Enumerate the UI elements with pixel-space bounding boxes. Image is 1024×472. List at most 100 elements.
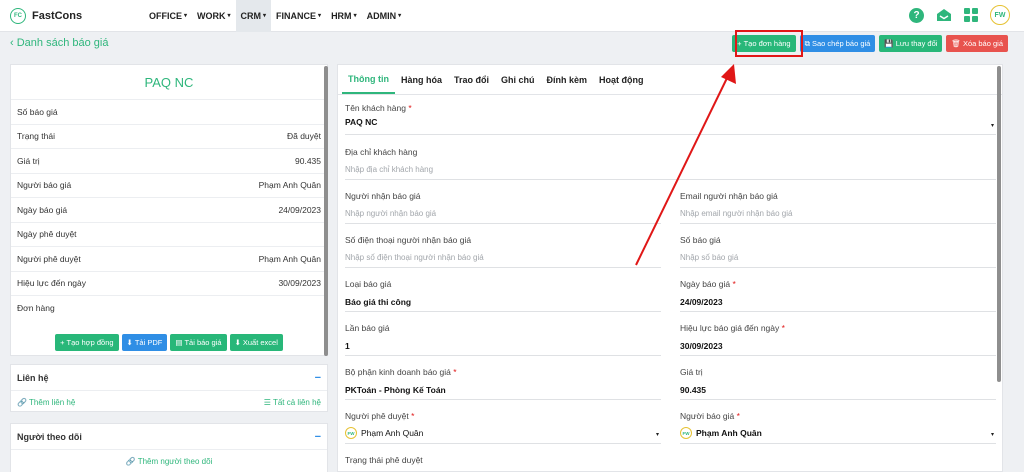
- recipient-label: Người nhận báo giá: [345, 191, 421, 201]
- menu-finance[interactable]: FINANCE ▾: [271, 0, 326, 32]
- summary-row: Đơn hàng: [11, 295, 327, 320]
- right-scrollbar[interactable]: [997, 66, 1001, 382]
- required-mark: *: [736, 411, 740, 421]
- caret-down-icon: ▾: [398, 13, 402, 19]
- main-menu: OFFICE ▾ WORK ▾ CRM ▾ FINANCE ▾ HRM ▾ ADMIN ▾: [144, 0, 406, 32]
- followers-card: Người theo dõi − 🔗 Thêm người theo dõi: [10, 423, 328, 472]
- quote-title: PAQ NC: [144, 74, 194, 90]
- recipient-email-label: Email người nhận báo giá: [680, 191, 778, 201]
- brand[interactable]: FC FastCons: [10, 7, 144, 24]
- user-avatar[interactable]: FW: [990, 5, 1010, 25]
- copy-quote-icon: ⧉: [804, 38, 810, 48]
- quote-date-value: 24/09/2023: [680, 297, 723, 307]
- field-underline: [680, 443, 996, 444]
- button-label: Xóa báo giá: [962, 39, 1003, 48]
- menu-label: FINANCE: [276, 10, 317, 21]
- add-contact-link[interactable]: 🔗 Thêm liên hệ: [17, 398, 75, 407]
- menu-work[interactable]: WORK ▾: [192, 0, 236, 32]
- download-quote-icon: ▤: [175, 337, 183, 347]
- all-contacts-link[interactable]: ☰ Tất cả liên hệ: [264, 398, 321, 407]
- download-quote-button[interactable]: ▤ Tải báo giá: [170, 333, 227, 351]
- caret-down-icon: ▾: [318, 13, 322, 19]
- quoter-field[interactable]: Người báo giá * FW Phạm Anh Quân ▾: [680, 411, 996, 444]
- tab-attachments[interactable]: Đính kèm: [541, 65, 594, 94]
- export-excel-button[interactable]: ⬇ Xuất excel: [229, 333, 283, 351]
- field-underline: [680, 267, 996, 268]
- brand-name: FastCons: [32, 9, 83, 22]
- summary-row: Người phê duyệt Phạm Anh Quân: [11, 246, 327, 271]
- top-navbar: FC FastCons OFFICE ▾ WORK ▾ CRM ▾ FINANCE ▾ HRM ▾…: [0, 0, 1024, 32]
- tab-discussion[interactable]: Trao đổi: [448, 65, 495, 94]
- summary-row: Ngày báo giá 24/09/2023: [11, 197, 327, 222]
- summary-row-label: Người phê duyệt: [17, 253, 81, 264]
- add-follower-link[interactable]: 🔗 Thêm người theo dõi: [126, 457, 213, 466]
- link-icon: 🔗: [125, 456, 136, 466]
- quote-date-field[interactable]: Ngày báo giá * 24/09/2023: [680, 279, 996, 312]
- quote-count-field[interactable]: Lần báo giá 1: [345, 323, 661, 356]
- summary-row-label: Ngày phê duyệt: [17, 229, 77, 240]
- approver-label: Người phê duyệt: [345, 411, 409, 421]
- quote-number-field[interactable]: Số báo giá Nhập số báo giá: [680, 235, 996, 268]
- recipient-phone-field[interactable]: Số điện thoại người nhận báo giá Nhập số…: [345, 235, 661, 268]
- required-mark: *: [453, 367, 457, 377]
- create-contract-button[interactable]: + Tạo hợp đồng: [55, 333, 119, 351]
- contacts-links: 🔗 Thêm liên hệ ☰ Tất cả liên hệ: [11, 391, 327, 413]
- recipient-phone-placeholder: Nhập số điện thoại người nhận báo giá: [345, 253, 484, 262]
- quote-count-value: 1: [345, 341, 350, 351]
- address-label: Địa chỉ khách hàng: [345, 147, 418, 157]
- menu-hrm[interactable]: HRM ▾: [326, 0, 362, 32]
- summary-buttons: + Tạo hợp đồng ⬇ Tải PDF ▤ Tải báo giá ⬇ Xuất e…: [11, 333, 327, 351]
- amount-field[interactable]: Giá trị 90.435: [680, 367, 996, 400]
- summary-row-value: Đã duyệt: [286, 131, 321, 142]
- required-mark: *: [781, 323, 785, 333]
- recipient-email-field[interactable]: Email người nhận báo giá Nhập email ngườ…: [680, 191, 996, 224]
- department-label: Bộ phận kinh doanh báo giá: [345, 367, 451, 377]
- brand-logo-icon: FC: [10, 7, 26, 24]
- quote-number-label: Số báo giá: [680, 235, 721, 245]
- customer-field[interactable]: Tên khách hàng * PAQ NC ▾: [345, 103, 996, 135]
- chevron-down-icon[interactable]: ▾: [656, 431, 659, 438]
- summary-row: Ngày phê duyệt: [11, 221, 327, 247]
- field-underline: [345, 179, 996, 180]
- delete-quote-button[interactable]: 🗑 Xóa báo giá: [946, 35, 1008, 52]
- customer-address-field[interactable]: Địa chỉ khách hàng Nhập địa chỉ khách hà…: [345, 147, 996, 180]
- tab-notes[interactable]: Ghi chú: [495, 65, 541, 94]
- field-underline: [345, 443, 661, 444]
- valid-until-field[interactable]: Hiệu lực báo giá đến ngày * 30/09/2023: [680, 323, 996, 356]
- summary-row: Người báo giá Phạm Anh Quân: [11, 172, 327, 198]
- collapse-contacts-icon[interactable]: −: [315, 372, 321, 384]
- summary-row-value: Phạm Anh Quân: [258, 180, 321, 191]
- add-follower-label: Thêm người theo dõi: [137, 456, 213, 466]
- address-placeholder: Nhập địa chỉ khách hàng: [345, 165, 434, 174]
- tab-activity[interactable]: Hoạt động: [593, 65, 650, 94]
- field-underline: [345, 134, 996, 135]
- back-to-quote-list-link[interactable]: ‹ Danh sách báo giá: [10, 37, 108, 49]
- quote-type-label: Loại báo giá: [345, 279, 392, 289]
- copy-quote-button[interactable]: ⧉ Sao chép báo giá: [799, 35, 876, 52]
- left-scrollbar[interactable]: [324, 66, 328, 356]
- approver-field[interactable]: Người phê duyệt * FW Phạm Anh Quân ▾: [345, 411, 661, 444]
- help-icon[interactable]: ?: [909, 7, 924, 23]
- chevron-down-icon[interactable]: ▾: [991, 431, 994, 438]
- detail-tabs: Thông tin Hàng hóa Trao đổi Ghi chú Đính kèm…: [338, 65, 1002, 95]
- amount-label: Giá trị: [680, 367, 703, 377]
- tab-goods[interactable]: Hàng hóa: [395, 65, 448, 94]
- approval-status-field[interactable]: Trạng thái phê duyệt: [345, 455, 661, 471]
- sales-department-field[interactable]: Bộ phận kinh doanh báo giá * PKToán - Ph…: [345, 367, 661, 400]
- collapse-followers-icon[interactable]: −: [315, 431, 321, 443]
- save-changes-button[interactable]: 💾 Lưu thay đổi: [879, 35, 943, 52]
- summary-row-label: Trạng thái: [17, 131, 55, 142]
- menu-admin[interactable]: ADMIN ▾: [362, 0, 407, 32]
- quote-type-field[interactable]: Loại báo giá Báo giá thi công: [345, 279, 661, 312]
- menu-crm[interactable]: CRM ▾: [235, 0, 272, 32]
- apps-grid-icon[interactable]: [964, 8, 978, 22]
- inbox-icon[interactable]: [936, 8, 952, 22]
- quoter-avatar: FW: [680, 427, 692, 439]
- recipient-field[interactable]: Người nhận báo giá Nhập người nhận báo g…: [345, 191, 661, 224]
- contacts-card: Liên hệ − 🔗 Thêm liên hệ ☰ Tất cả liên h…: [10, 364, 328, 412]
- chevron-down-icon[interactable]: ▾: [991, 122, 994, 129]
- download-pdf-button[interactable]: ⬇ Tải PDF: [121, 333, 168, 351]
- quote-type-value: Báo giá thi công: [345, 297, 412, 307]
- tab-info[interactable]: Thông tin: [342, 65, 395, 94]
- menu-office[interactable]: OFFICE ▾: [144, 0, 192, 32]
